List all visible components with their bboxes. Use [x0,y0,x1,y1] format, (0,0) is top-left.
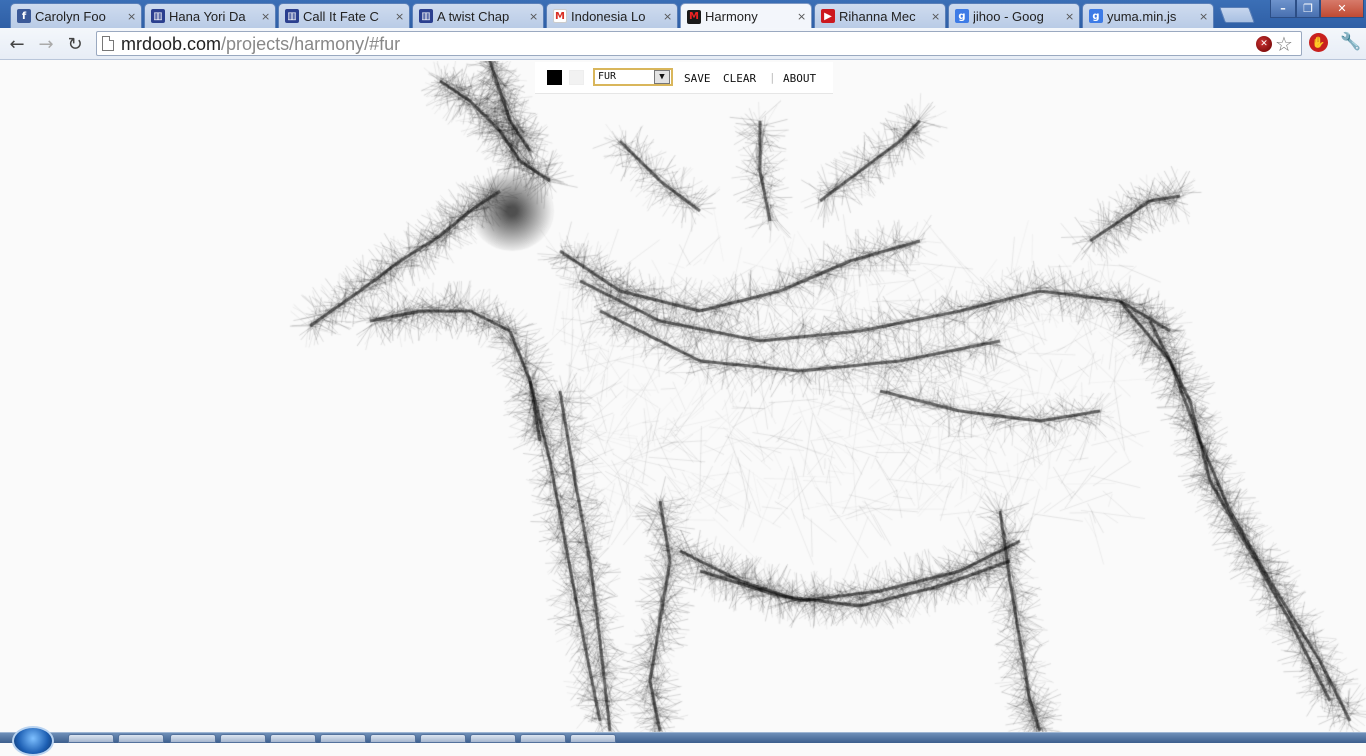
taskbar-item[interactable] [470,734,516,743]
tab-title: Rihanna Mec [839,8,916,24]
extension-icon[interactable]: ✕ [1256,36,1272,52]
harmony-page: FUR ▼ SAVE CLEAR | ABOUT [0,61,1366,732]
tab-title: Indonesia Lo [571,8,646,24]
reload-icon[interactable]: ↻ [64,33,86,55]
drawing-canvas[interactable] [0,61,1366,732]
taskbar-item[interactable] [220,734,266,743]
address-bar[interactable]: mrdoob.com/projects/harmony/#fur ✕ ☆ [96,31,1302,56]
close-tab-icon[interactable]: × [663,10,673,23]
tab-title: Hana Yori Da [169,8,246,24]
close-tab-icon[interactable]: × [931,10,941,23]
close-window-icon[interactable]: ✕ [1320,0,1364,18]
tab-title: Carolyn Foo [35,8,106,24]
url-text[interactable]: mrdoob.com/projects/harmony/#fur [121,34,400,55]
browser-toolbar: ← → ↻ mrdoob.com/projects/harmony/#fur ✕… [0,28,1366,60]
google-icon: g [955,9,969,23]
url-path: /projects/harmony/#fur [221,34,401,54]
background-color-swatch[interactable] [569,70,584,85]
browser-tab[interactable]: g yuma.min.js × [1082,3,1214,28]
browser-tab[interactable]: M Harmony × [680,3,812,29]
close-tab-icon[interactable]: × [797,10,807,23]
browser-tab[interactable]: f Carolyn Foo × [10,3,142,28]
brush-select[interactable]: FUR ▼ [593,68,673,86]
wrench-icon[interactable]: 🔧 [1340,32,1361,52]
brush-select-value: FUR [598,71,617,82]
tab-title: Call It Fate C [303,8,379,24]
url-host: mrdoob.com [121,34,222,54]
foreground-color-swatch[interactable] [547,70,562,85]
google-icon: g [1089,9,1103,23]
clear-button[interactable]: CLEAR [723,72,756,85]
taskbar-item[interactable] [320,734,366,743]
close-tab-icon[interactable]: × [1199,10,1209,23]
page-icon [102,36,114,51]
forward-icon[interactable]: → [35,33,57,55]
menu-separator: | [769,71,776,84]
browser-tab[interactable]: g jihoo - Goog × [948,3,1080,28]
tab-title: jihoo - Goog [973,8,1044,24]
save-button[interactable]: SAVE [684,72,711,85]
taskbar-item[interactable] [570,734,616,743]
close-tab-icon[interactable]: × [395,10,405,23]
minimize-icon[interactable]: – [1270,0,1296,18]
gmail-icon: M [553,9,567,23]
facebook-icon: f [17,9,31,23]
taskbar-item[interactable] [118,734,164,743]
youtube-icon: ▶ [821,9,835,23]
bookmark-star-icon[interactable]: ☆ [1275,32,1293,56]
taskbar-item[interactable] [370,734,416,743]
browser-tab[interactable]: ▥ Hana Yori Da × [144,3,276,28]
browser-tab[interactable]: ▥ Call It Fate C × [278,3,410,28]
fanfiction-icon: ▥ [419,9,433,23]
tab-title: Harmony [705,9,758,24]
taskbar-item[interactable] [270,734,316,743]
about-button[interactable]: ABOUT [783,72,816,85]
close-tab-icon[interactable]: × [127,10,137,23]
browser-tab[interactable]: M Indonesia Lo × [546,3,678,28]
adblock-icon[interactable]: ✋ [1309,33,1328,52]
harmony-menu: FUR ▼ SAVE CLEAR | ABOUT [535,62,833,94]
tab-strip: f Carolyn Foo × ▥ Hana Yori Da × ▥ Call It Fate… [0,0,1366,29]
browser-tab[interactable]: ▶ Rihanna Mec × [814,3,946,28]
taskbar-item[interactable] [520,734,566,743]
close-tab-icon[interactable]: × [529,10,539,23]
taskbar-item[interactable] [170,734,216,743]
tab-title: A twist Chap [437,8,510,24]
fanfiction-icon: ▥ [285,9,299,23]
back-icon[interactable]: ← [6,33,28,55]
fanfiction-icon: ▥ [151,9,165,23]
mrdoob-icon: M [687,9,701,24]
maximize-icon[interactable]: ❐ [1296,0,1320,18]
close-tab-icon[interactable]: × [1065,10,1075,23]
browser-tab[interactable]: ▥ A twist Chap × [412,3,544,28]
start-button[interactable] [12,726,54,756]
taskbar-item[interactable] [68,734,114,743]
tab-title: yuma.min.js [1107,8,1177,24]
taskbar-item[interactable] [420,734,466,743]
dropdown-arrow-icon[interactable]: ▼ [654,70,670,84]
close-tab-icon[interactable]: × [261,10,271,23]
new-tab-button[interactable] [1219,7,1255,23]
